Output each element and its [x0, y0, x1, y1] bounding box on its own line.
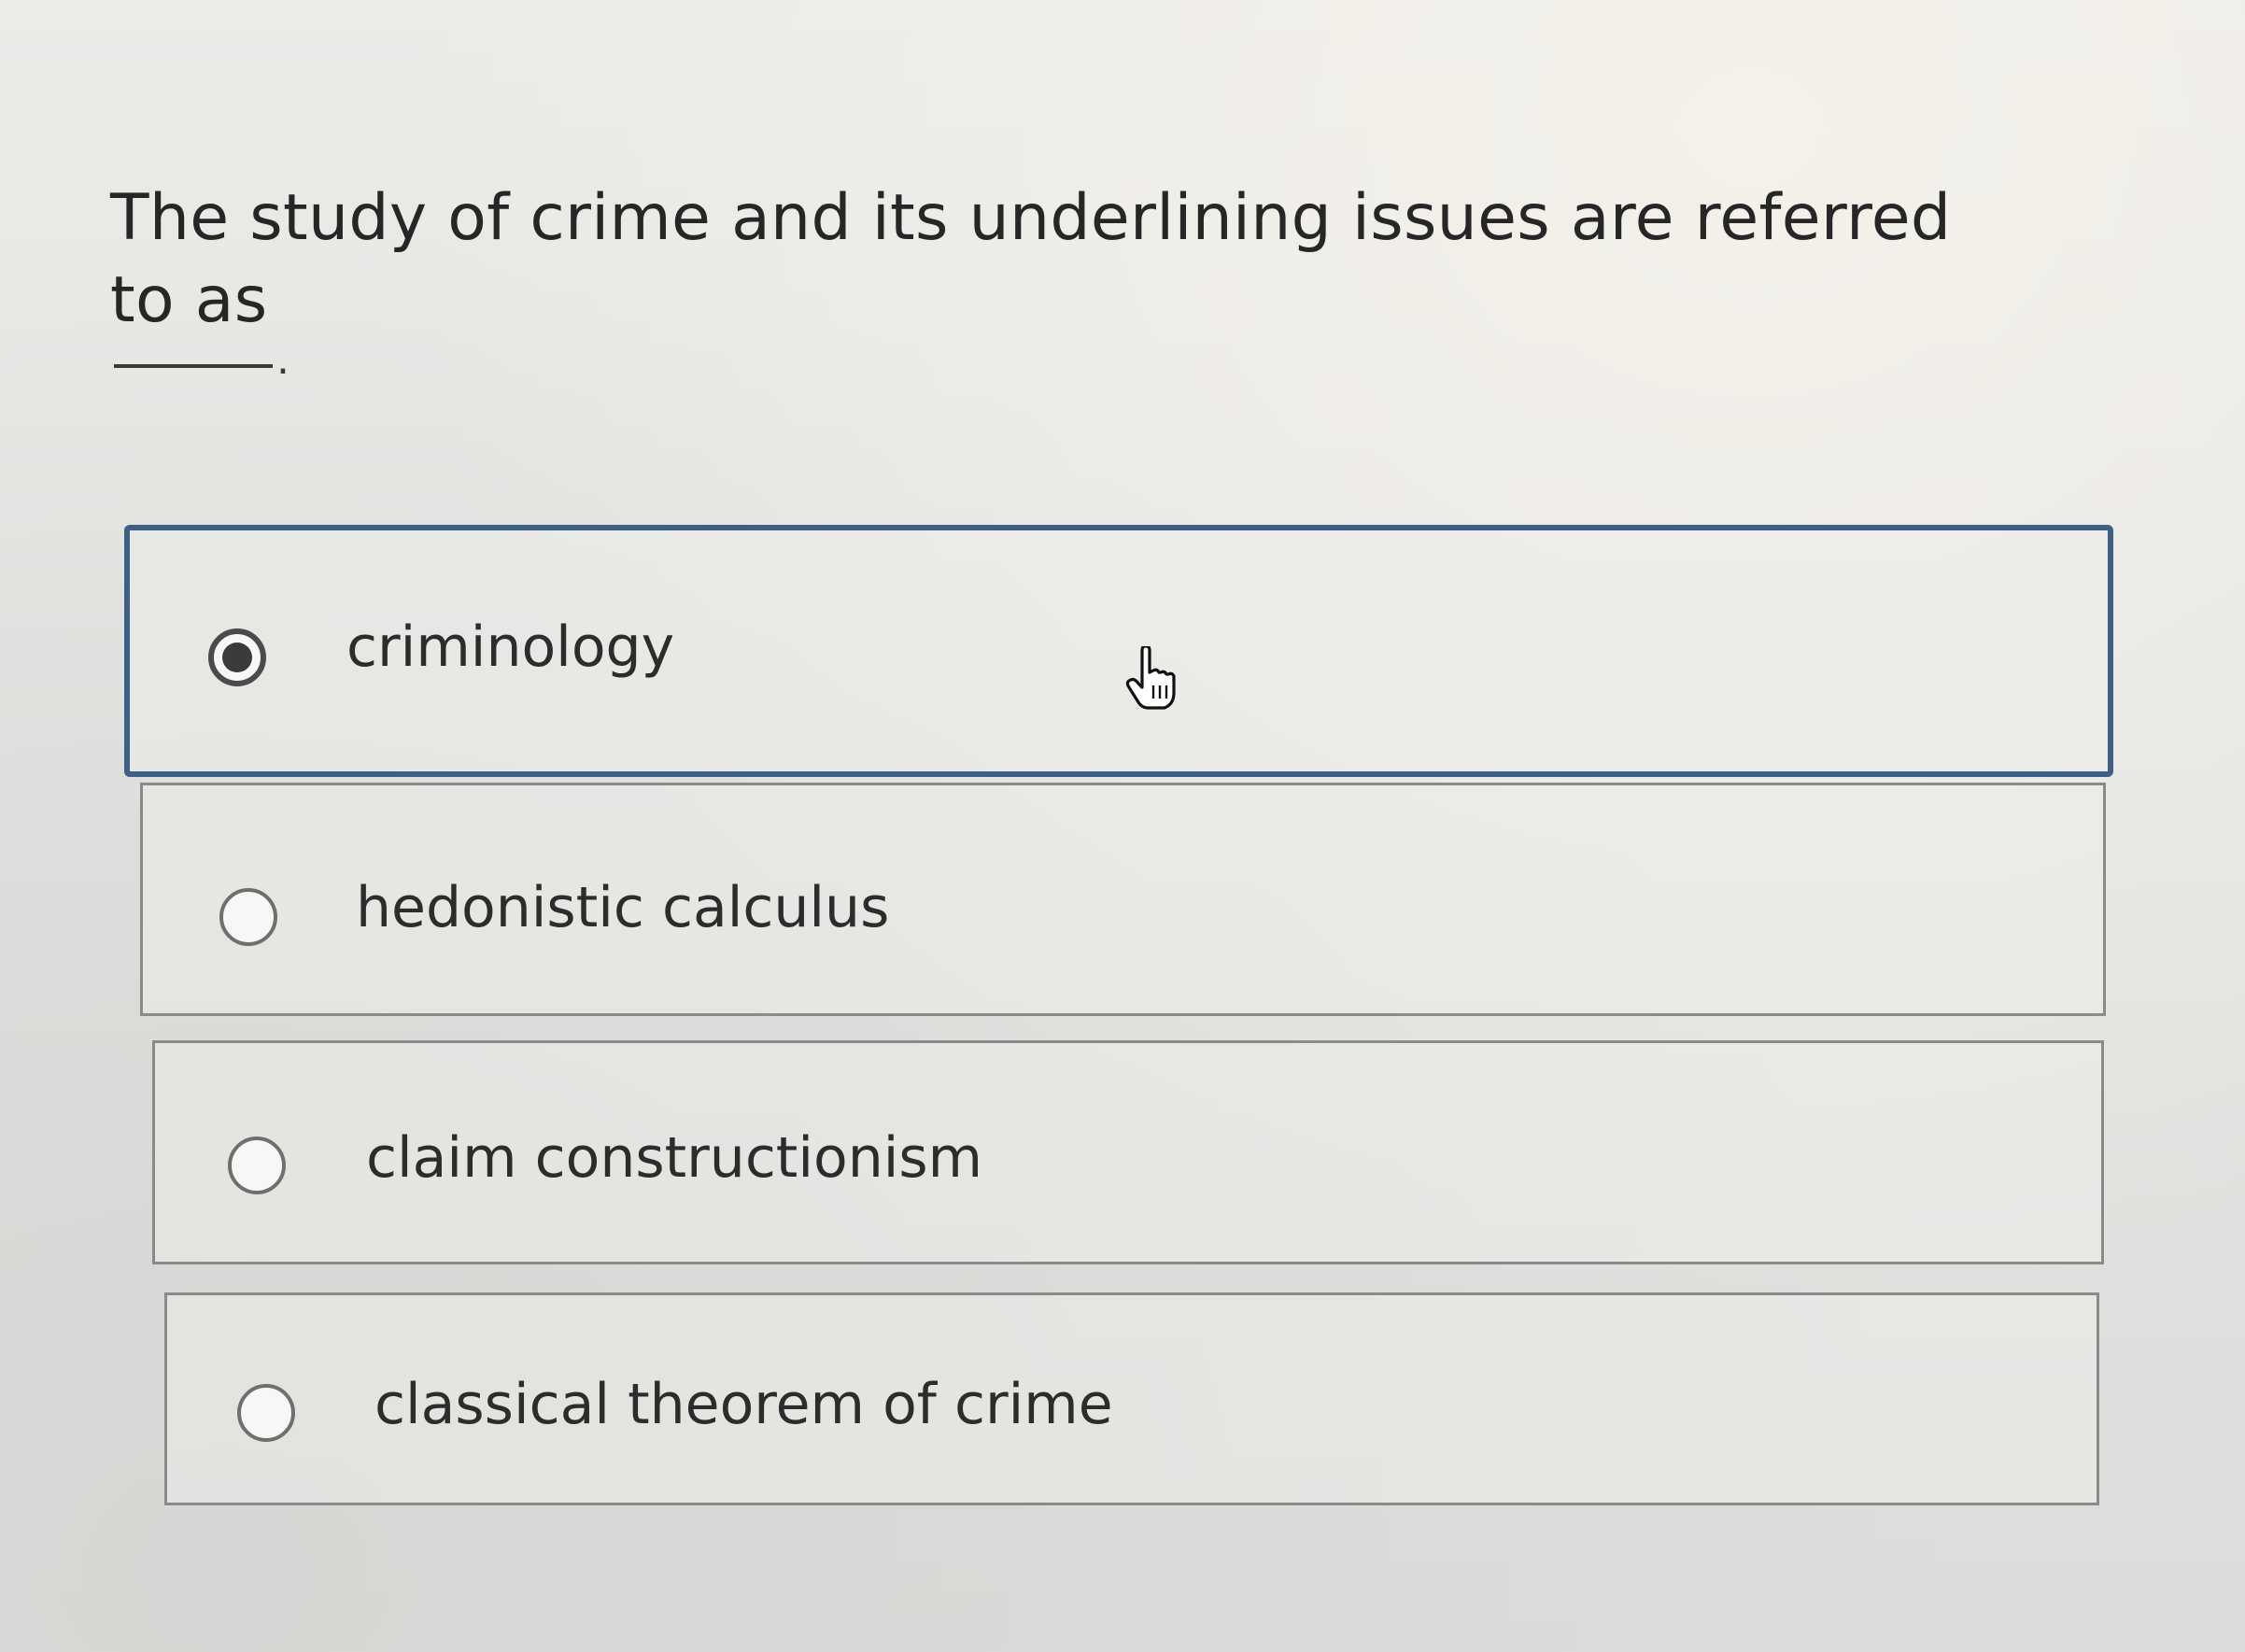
hand-pointer-icon: [1125, 646, 1176, 710]
radio-unchecked-icon[interactable]: [237, 1384, 295, 1442]
option-criminology[interactable]: criminology: [124, 525, 2113, 777]
option-hedonistic-calculus[interactable]: hedonistic calculus: [140, 783, 2106, 1016]
option-label: criminology: [346, 614, 675, 680]
option-label: claim constructionism: [366, 1125, 983, 1191]
radio-unchecked-icon[interactable]: [219, 888, 277, 946]
answer-options: criminology hedonistic calculus claim co…: [0, 0, 2245, 1652]
option-claim-constructionism[interactable]: claim constructionism: [152, 1040, 2104, 1264]
option-label: hedonistic calculus: [356, 875, 890, 940]
radio-unchecked-icon[interactable]: [228, 1137, 286, 1194]
option-classical-theorem[interactable]: classical theorem of crime: [164, 1292, 2099, 1505]
option-label: classical theorem of crime: [374, 1372, 1113, 1437]
radio-checked-icon[interactable]: [208, 628, 266, 686]
